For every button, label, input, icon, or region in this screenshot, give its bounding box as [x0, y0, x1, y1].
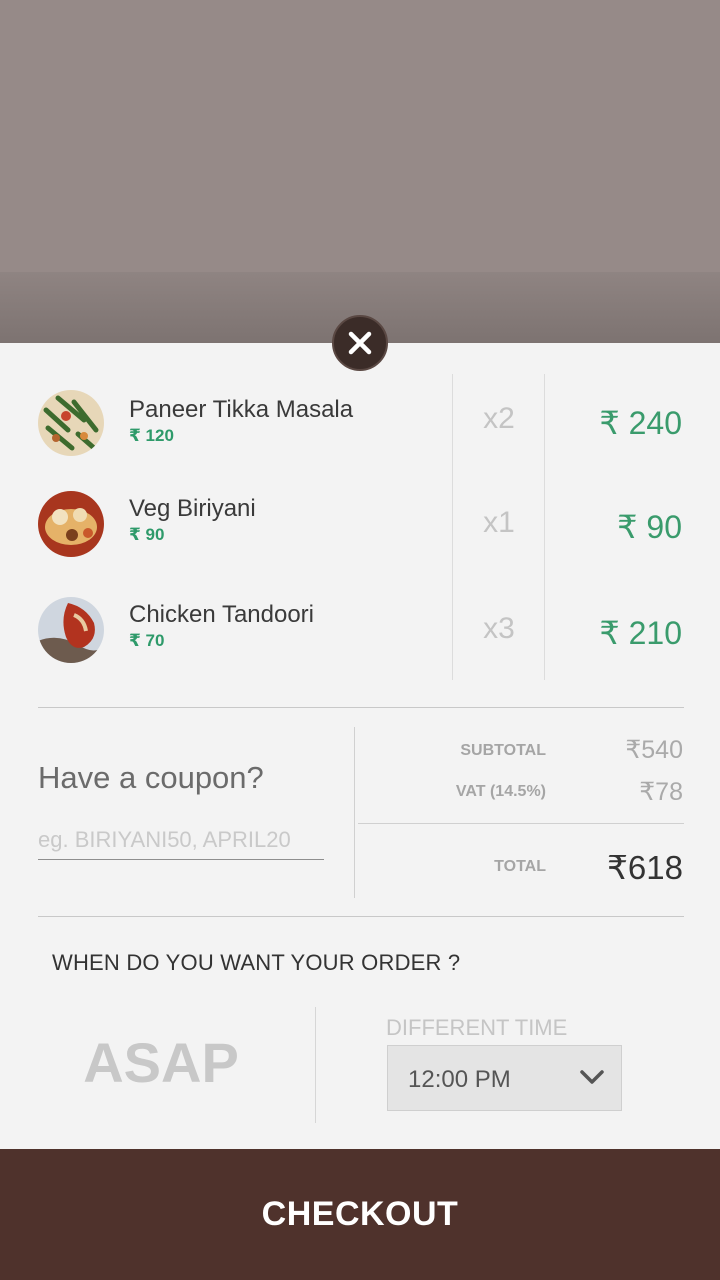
different-time-label: DIFFERENT TIME — [386, 1015, 568, 1040]
item-quantity[interactable]: x1 — [453, 506, 545, 540]
subtotal-label: SUBTOTAL — [460, 742, 546, 759]
item-thumbnail — [38, 597, 104, 663]
item-thumbnail — [38, 491, 104, 557]
item-quantity[interactable]: x3 — [453, 612, 545, 646]
item-thumbnail — [38, 390, 104, 456]
item-unit-price: ₹ 70 — [129, 631, 165, 650]
close-icon — [348, 331, 372, 355]
vat-value: ₹78 — [639, 778, 683, 806]
selected-time: 12:00 PM — [408, 1066, 511, 1093]
item-name: Chicken Tandoori — [129, 601, 315, 628]
total-label: TOTAL — [494, 858, 546, 875]
order-item: Chicken Tandoori ₹ 70 x3 ₹ 210 — [0, 586, 720, 676]
price-column-divider — [544, 374, 545, 680]
total-value: ₹618 — [606, 849, 683, 886]
item-total-price: ₹ 90 — [617, 509, 682, 545]
chevron-down-icon — [580, 1070, 604, 1084]
qty-column-divider — [452, 374, 453, 680]
item-total-price: ₹ 210 — [599, 615, 682, 651]
item-unit-price: ₹ 90 — [129, 525, 165, 544]
checkout-label: CHECKOUT — [261, 1195, 459, 1233]
item-total-price: ₹ 240 — [599, 405, 682, 441]
order-item: Paneer Tikka Masala ₹ 120 x2 ₹ 240 — [0, 378, 720, 468]
time-dropdown[interactable]: 12:00 PM — [387, 1045, 622, 1111]
vat-label: VAT (14.5%) — [455, 783, 546, 800]
summary-bottom-divider — [38, 916, 684, 917]
close-button[interactable] — [332, 315, 388, 371]
summary-divider — [358, 823, 684, 824]
order-time-question: WHEN DO YOU WANT YOUR ORDER ? — [52, 950, 461, 975]
item-name: Paneer Tikka Masala — [129, 396, 354, 423]
item-name: Veg Biriyani — [129, 495, 256, 522]
item-quantity[interactable]: x2 — [453, 402, 545, 436]
items-divider — [38, 707, 684, 708]
coupon-title: Have a coupon? — [38, 760, 264, 795]
asap-option[interactable]: ASAP — [38, 1030, 284, 1095]
checkout-button[interactable]: CHECKOUT — [0, 1149, 720, 1280]
subtotal-value: ₹540 — [625, 736, 683, 764]
coupon-summary-divider — [354, 727, 355, 898]
timing-divider — [315, 1007, 316, 1123]
coupon-input[interactable] — [38, 820, 324, 860]
item-unit-price: ₹ 120 — [129, 426, 174, 445]
order-item: Veg Biriyani ₹ 90 x1 ₹ 90 — [0, 480, 720, 570]
